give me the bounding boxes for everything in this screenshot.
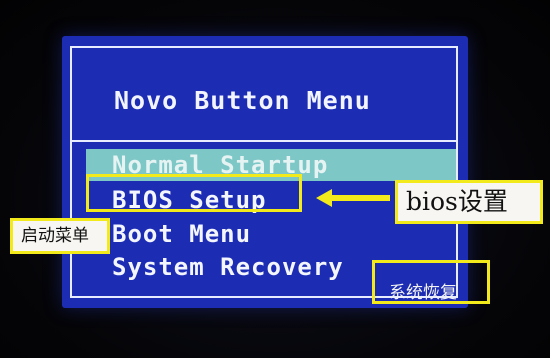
bios-setup-annotation: bios设置 (395, 180, 543, 224)
menu-item-normal-startup[interactable]: Normal Startup (86, 149, 456, 181)
menu-item-boot-menu[interactable]: Boot Menu (112, 218, 251, 250)
menu-item-system-recovery[interactable]: System Recovery (112, 251, 344, 283)
boot-menu-annotation: 启动菜单 (10, 218, 110, 254)
menu-item-bios-setup[interactable]: BIOS Setup (112, 184, 267, 216)
menu-title: Novo Button Menu (114, 86, 371, 115)
monitor-screen: Novo Button Menu Normal Startup BIOS Set… (0, 0, 550, 358)
menu-divider (72, 140, 456, 142)
system-recovery-annotation: 系统恢复 (372, 260, 490, 304)
left-arrow-icon (316, 189, 390, 207)
